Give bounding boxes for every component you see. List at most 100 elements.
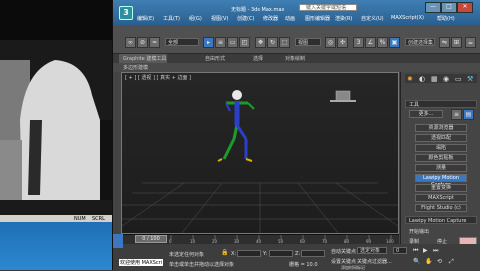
utility-maxscript[interactable]: MAXScript [415,194,467,202]
selection-filter-dropdown[interactable]: 全部 [165,38,199,46]
perspective-viewport[interactable]: [ + ] [ 透视 ] [ 真实 + 边面 ] [121,72,399,234]
configure-sets-icon[interactable]: ▤ [463,109,474,120]
bind-space-warp-icon[interactable]: ≈ [149,37,160,48]
select-by-name-icon[interactable]: ≡ [215,37,226,48]
window-title: 无标题 - 3ds Max.max [231,7,285,13]
go-to-start-icon[interactable]: ⏮ [413,247,418,255]
link-icon[interactable]: ∞ [125,37,136,48]
set-key-button[interactable]: 设置关键点 [331,258,356,265]
ribbon-tab-selection[interactable]: 选择 [253,55,263,62]
lock-selection-icon[interactable]: 🔒 [221,249,228,256]
scale-icon[interactable]: ⬚ [279,37,290,48]
move-icon[interactable]: ✥ [255,37,266,48]
ribbon-subtitle[interactable]: 多边形建模 [123,64,148,71]
time-slider[interactable]: 0 / 100 [135,235,167,243]
utility-perspective-match[interactable]: 透视匹配 [415,134,467,142]
render-icon[interactable]: ☕ [465,37,476,48]
menu-rendering[interactable]: 渲染(R) [335,15,352,22]
utility-asset-browser[interactable]: 资源浏览器 [415,124,467,132]
current-frame-field[interactable]: 0 [393,247,407,254]
z-coordinate-field[interactable] [301,250,325,257]
maximize-viewport-icon[interactable]: ⤢ [449,258,454,266]
utility-measure[interactable]: 测量 [415,164,467,172]
hierarchy-tab-icon[interactable]: ▦ [431,75,438,83]
home-grid [122,182,398,233]
rotate-icon[interactable]: ↻ [267,37,278,48]
key-filters-button[interactable]: 关键点过滤器... [357,258,392,265]
viewport-label[interactable]: [ + ] [ 透视 ] [ 真实 + 边面 ] [125,74,191,81]
ribbon-tab-freeform[interactable]: 自由形式 [205,55,225,62]
max-window: 3 无标题 - 3ds Max.max 键入关键字或短语 — □ ✕ 编辑(E)… [112,0,480,270]
maxscript-listener[interactable]: 欢迎使用 MAXScri [119,259,164,266]
menu-help[interactable]: 帮助(H) [437,15,455,22]
angle-snap-icon[interactable]: ∠ [365,37,376,48]
sets-icon[interactable]: ≡ [451,109,462,120]
create-tab-icon[interactable]: ✸ [407,75,413,83]
menu-views[interactable]: 视图(V) [211,15,228,22]
display-tab-icon[interactable]: ▭ [455,75,462,83]
select-manipulate-icon[interactable]: ✣ [337,37,348,48]
maximize-button[interactable]: □ [441,2,457,13]
ribbon-tabs: Graphite 建模工具 自由形式 选择 对象绘制 [113,54,480,63]
x-coordinate-field[interactable] [237,250,261,257]
close-button[interactable]: ✕ [457,2,473,13]
utility-collapse[interactable]: 塌陷 [415,144,467,152]
orbit-icon[interactable]: ⟲ [437,258,442,265]
search-input[interactable]: 键入关键字或短语 [299,4,357,11]
menu-modifiers[interactable]: 修改器 [263,15,278,22]
more-button[interactable]: 更多... [409,110,443,118]
selection-status: 未选定任何对象 [169,252,205,258]
menu-tools[interactable]: 工具(T) [163,15,180,22]
camera-object-icon[interactable] [330,90,356,102]
modify-tab-icon[interactable]: ◐ [419,75,425,83]
panel-tabs: ✸ ◐ ▦ ◉ ▭ ⚒ [405,74,477,83]
utilities-tab-icon[interactable]: ⚒ [467,75,473,83]
ribbon-tab-graphite[interactable]: Graphite 建模工具 [123,55,166,62]
app-logo-icon[interactable]: 3 [119,6,133,20]
menu-edit[interactable]: 编辑(E) [137,15,154,22]
named-selection-dropdown[interactable]: 创建选择集 [405,38,435,46]
menu-group[interactable]: 组(G) [189,15,202,22]
play-icon[interactable]: ▶ [423,247,428,254]
add-time-tag[interactable]: 添加时间标记 [341,265,365,271]
menu-animation[interactable]: 动画 [285,15,295,22]
utilities-rollout-header[interactable]: 工具 [405,100,477,108]
window-crossing-icon[interactable]: ◰ [239,37,250,48]
snaps-toggle-icon[interactable]: 3 [353,37,364,48]
utility-motion-capture[interactable]: Lawipy Motion Capture [415,174,467,188]
y-label: Y: [263,251,268,257]
skeleton-figure[interactable] [217,90,255,162]
menu-create[interactable]: 创建(C) [237,15,254,22]
align-icon[interactable]: ⊞ [451,37,462,48]
z-label: Z: [295,251,301,257]
pan-icon[interactable]: ✋ [425,258,432,265]
edit-named-selection-icon[interactable]: ▣ [389,37,400,48]
utility-flight-studio[interactable]: Flight Studio (c) [415,204,467,212]
utility-reset-xform[interactable]: 重置变换 [415,184,467,192]
go-to-end-icon[interactable]: ⏭ [433,247,438,255]
menu-graph-editors[interactable]: 图形编辑器 [305,15,330,22]
minimize-button[interactable]: — [425,2,441,13]
mirror-icon[interactable]: ⇋ [439,37,450,48]
main-toolbar: ∞ ⊘ ≈ 全部 ▸ ≡ ▭ ◰ ✥ ↻ ⬚ 视图 ◎ ✣ 3 ∠ % ▣ 创建… [113,25,480,54]
auto-key-button[interactable]: 自动关键点 [331,248,356,255]
rect-select-icon[interactable]: ▭ [227,37,238,48]
percent-snap-icon[interactable]: % [377,37,388,48]
motion-tab-icon[interactable]: ◉ [443,75,449,83]
viewport-layout-button[interactable] [113,234,123,248]
menu-maxscript[interactable]: MAXScript(X) [391,15,424,21]
y-coordinate-field[interactable] [269,250,293,257]
depth-viewer-window: NUM SCRL [0,0,112,230]
reference-coord-dropdown[interactable]: 视图 [295,38,321,46]
zoom-icon[interactable]: 🔍 [413,258,420,265]
selected-set-dropdown[interactable]: 选定对象 [357,247,387,254]
unlink-icon[interactable]: ⊘ [137,37,148,48]
grid-size: 栅格 = 10.0 [289,262,318,268]
select-object-icon[interactable]: ▸ [203,37,214,48]
ribbon-tab-object-paint[interactable]: 对象绘制 [285,55,305,62]
motion-capture-rollout-header[interactable]: Lawipy Motion Capture [405,216,477,224]
menu-bar: 编辑(E) 工具(T) 组(G) 视图(V) 创建(C) 修改器 动画 图形编辑… [137,14,477,24]
menu-customize[interactable]: 自定义(U) [361,15,384,22]
utility-color-clipboard[interactable]: 颜色剪贴板 [415,154,467,162]
pivot-center-icon[interactable]: ◎ [325,37,336,48]
